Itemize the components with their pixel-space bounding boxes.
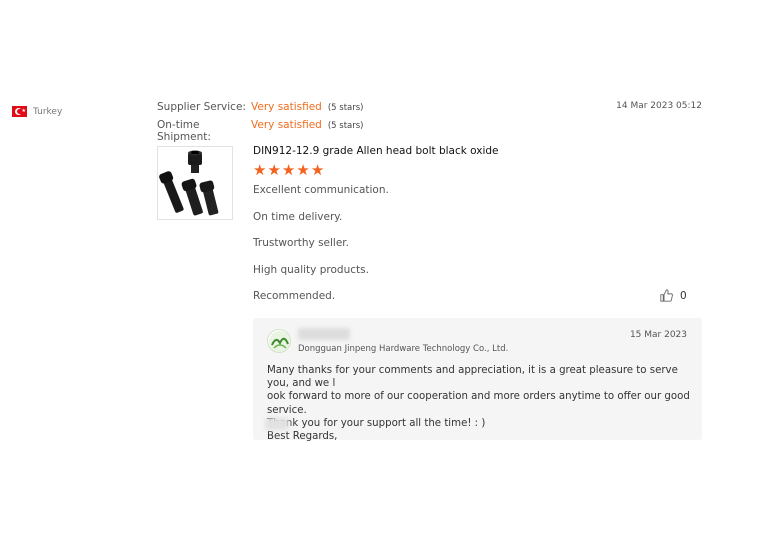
company-name: Dongguan Jinpeng Hardware Technology Co.…	[298, 344, 509, 354]
reply-line: ook forward to more of our cooperation a…	[267, 391, 690, 416]
rating-label: Supplier Service:	[157, 101, 246, 113]
rating-stars-text: (5 stars)	[327, 103, 364, 113]
product-title[interactable]: DIN912-12.9 grade Allen head bolt black …	[253, 145, 499, 157]
reviewer-country: Turkey	[33, 106, 63, 117]
reply-line: Many thanks for your comments and apprec…	[267, 365, 678, 390]
reply-text: Many thanks for your comments and apprec…	[267, 364, 691, 443]
review-star-rating: ★ ★ ★ ★ ★	[253, 163, 324, 178]
review-text-line: Trustworthy seller.	[253, 237, 349, 249]
reply-line: Best Regards,	[267, 431, 338, 443]
reviewer-info: ★ Turkey	[12, 106, 62, 117]
turkey-flag-icon: ★	[12, 106, 27, 117]
star-icon: ★	[253, 162, 267, 179]
star-icon: ★	[281, 162, 296, 179]
reply-date: 15 Mar 2023	[629, 330, 687, 340]
company-logo-icon	[267, 329, 291, 353]
product-thumbnail[interactable]	[157, 146, 233, 220]
review-text-line: High quality products.	[253, 264, 369, 276]
review-text-line: Recommended.	[253, 290, 336, 302]
bolt-image	[159, 150, 219, 216]
star-icon: ★	[310, 162, 325, 179]
thumbs-up-icon	[660, 289, 673, 302]
like-count: 0	[680, 289, 687, 302]
reply-line: Thank you for your support all the time!…	[267, 417, 486, 429]
rating-value: Very satisfied	[251, 119, 322, 131]
rating-value: Very satisfied	[251, 101, 322, 113]
supplier-reply: Dongguan Jinpeng Hardware Technology Co.…	[253, 318, 702, 443]
review-date: 14 Mar 2023 05:12	[616, 101, 702, 111]
star-icon: ★	[296, 162, 310, 179]
rating-label: On-time Shipment:	[157, 119, 211, 143]
rating-stars-text: (5 stars)	[327, 121, 364, 131]
review-text-line: On time delivery.	[253, 211, 343, 223]
rating-supplier-service: Supplier Service: Very satisfied (5 star…	[157, 101, 364, 113]
rating-on-time-shipment: On-time Shipment: Very satisfied (5 star…	[157, 119, 364, 143]
star-icon: ★	[267, 162, 281, 179]
blurred-signature	[265, 418, 289, 430]
like-button[interactable]: 0	[660, 289, 687, 302]
blurred-sender-name	[298, 328, 350, 340]
review-text-line: Excellent communication.	[253, 184, 389, 196]
